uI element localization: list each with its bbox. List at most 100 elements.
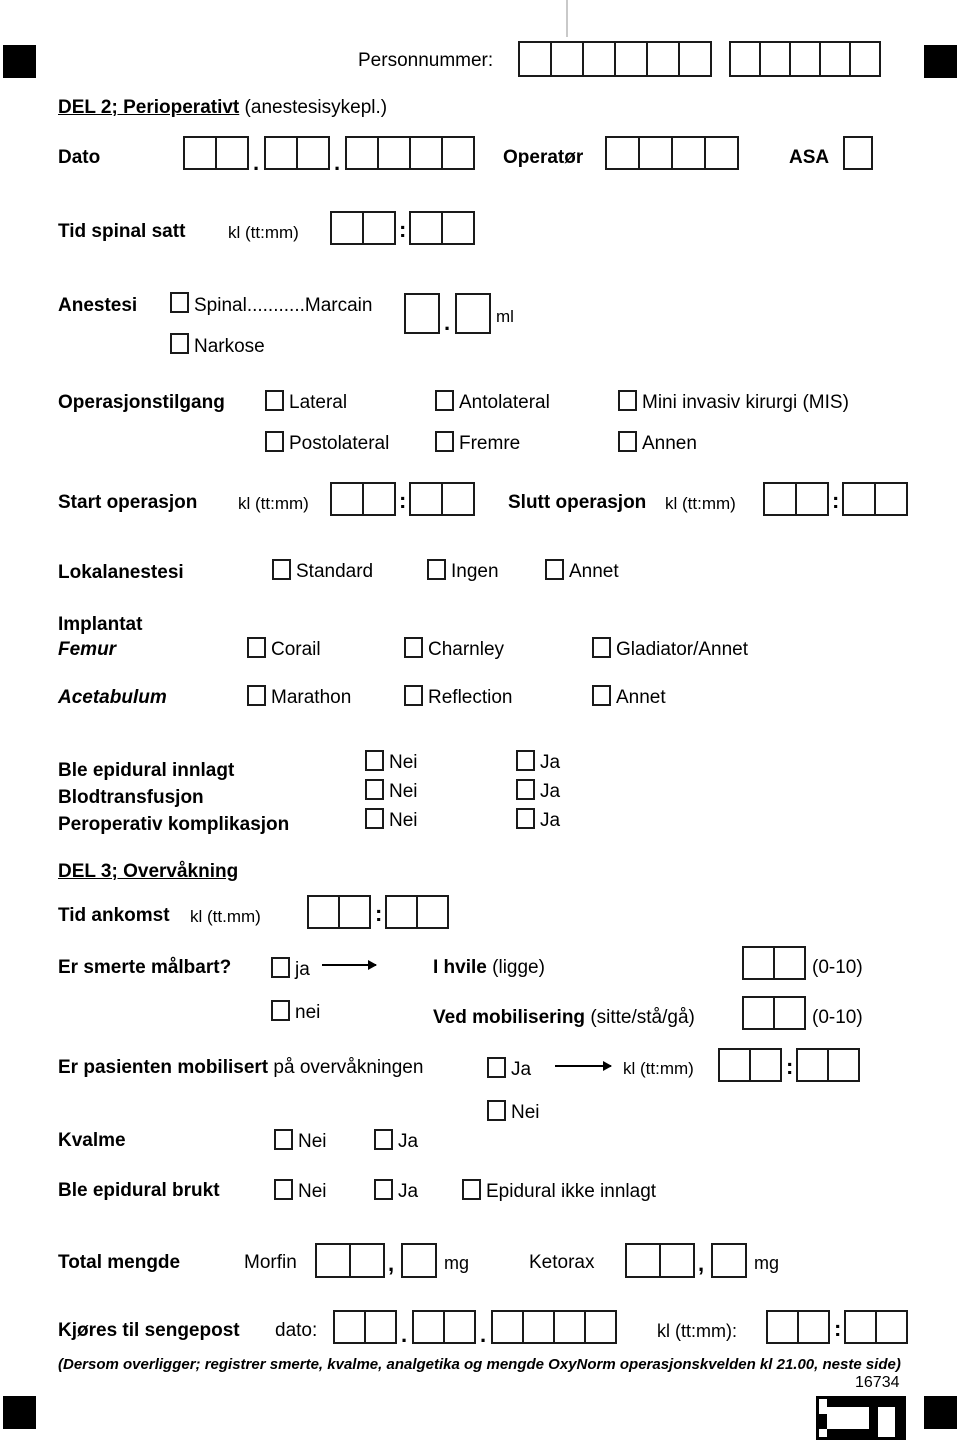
dato-year-cell[interactable]: [441, 136, 475, 170]
checkbox-epidural-brukt-nei[interactable]: [274, 1179, 293, 1200]
sengepost-year-cell[interactable]: [553, 1310, 586, 1344]
checkbox-femur-charnley[interactable]: [404, 637, 423, 658]
tid-ankomst-hour-boxes[interactable]: [307, 895, 371, 929]
mobilisert-hour-cell[interactable]: [718, 1048, 751, 1082]
sengepost-year-boxes[interactable]: [491, 1310, 617, 1344]
checkbox-acetabulum-reflection[interactable]: [404, 685, 423, 706]
sengepost-year-cell[interactable]: [491, 1310, 524, 1344]
checkbox-tilgang-lateral[interactable]: [265, 390, 284, 411]
personnummer-cell[interactable]: [646, 41, 680, 77]
checkbox-ble-epidural-innlagt-ja[interactable]: [516, 750, 535, 771]
mobilisert-min-cell[interactable]: [827, 1048, 860, 1082]
sengepost-min-cell[interactable]: [875, 1310, 908, 1344]
sengepost-hour-cell[interactable]: [797, 1310, 830, 1344]
checkbox-blodtransfusjon-nei[interactable]: [365, 779, 384, 800]
checkbox-lokalanestesi-ingen[interactable]: [427, 559, 446, 580]
personnummer-cell[interactable]: [849, 41, 881, 77]
checkbox-mobilisert-nei[interactable]: [487, 1100, 506, 1121]
slutt-op-min-boxes[interactable]: [842, 482, 908, 516]
sengepost-hour-boxes[interactable]: [766, 1310, 830, 1344]
checkbox-kvalme-ja[interactable]: [374, 1129, 393, 1150]
morfin-dec-boxes[interactable]: [401, 1243, 437, 1278]
dato-month-cell[interactable]: [296, 136, 330, 170]
checkbox-acetabulum-annet[interactable]: [592, 685, 611, 706]
dato-year-cell[interactable]: [345, 136, 379, 170]
mobilisering-score-cell[interactable]: [742, 996, 775, 1030]
checkbox-peroperativ-komplikasjon-nei[interactable]: [365, 808, 384, 829]
sengepost-month-cell[interactable]: [443, 1310, 476, 1344]
operator-boxes[interactable]: [605, 136, 739, 170]
marcain-dec-box[interactable]: [455, 293, 491, 334]
checkbox-acetabulum-marathon[interactable]: [247, 685, 266, 706]
morfin-int-cell[interactable]: [315, 1243, 351, 1278]
personnummer-cell[interactable]: [614, 41, 648, 77]
slutt-op-min-cell[interactable]: [874, 482, 908, 516]
checkbox-lokalanestesi-standard[interactable]: [272, 559, 291, 580]
tid-ankomst-min-boxes[interactable]: [385, 895, 449, 929]
personnummer-cell[interactable]: [582, 41, 616, 77]
checkbox-epidural-brukt-ja[interactable]: [374, 1179, 393, 1200]
morfin-int-boxes[interactable]: [315, 1243, 385, 1278]
checkbox-tilgang-fremre[interactable]: [435, 431, 454, 452]
personnummer-part2-boxes[interactable]: [729, 41, 881, 77]
sengepost-month-cell[interactable]: [412, 1310, 445, 1344]
start-op-min-boxes[interactable]: [409, 482, 475, 516]
marcain-dec-cell[interactable]: [455, 293, 491, 334]
start-op-min-cell[interactable]: [409, 482, 443, 516]
checkbox-mobilisert-ja[interactable]: [487, 1057, 506, 1078]
marcain-int-box[interactable]: [404, 293, 440, 334]
hvile-score-boxes[interactable]: [742, 946, 806, 980]
sengepost-month-boxes[interactable]: [412, 1310, 476, 1344]
checkbox-epidural-ikke-innlagt[interactable]: [462, 1179, 481, 1200]
personnummer-cell[interactable]: [518, 41, 552, 77]
sengepost-min-cell[interactable]: [844, 1310, 877, 1344]
slutt-op-hour-cell[interactable]: [795, 482, 829, 516]
ketorax-int-boxes[interactable]: [625, 1243, 695, 1278]
dato-year-cell[interactable]: [409, 136, 443, 170]
checkbox-femur-gladiator[interactable]: [592, 637, 611, 658]
operator-cell[interactable]: [605, 136, 640, 170]
sengepost-year-cell[interactable]: [522, 1310, 555, 1344]
personnummer-part1-boxes[interactable]: [518, 41, 712, 77]
slutt-op-min-cell[interactable]: [842, 482, 876, 516]
mobilisert-min-cell[interactable]: [796, 1048, 829, 1082]
personnummer-cell[interactable]: [759, 41, 791, 77]
asa-boxes[interactable]: [843, 136, 873, 170]
tid-spinal-hour-cell[interactable]: [362, 211, 396, 245]
personnummer-cell[interactable]: [819, 41, 851, 77]
tid-spinal-hour-boxes[interactable]: [330, 211, 396, 245]
tid-spinal-min-cell[interactable]: [409, 211, 443, 245]
checkbox-smerte-ja[interactable]: [271, 957, 290, 978]
start-op-hour-boxes[interactable]: [330, 482, 396, 516]
hvile-score-cell[interactable]: [742, 946, 775, 980]
mobilisert-hour-boxes[interactable]: [718, 1048, 782, 1082]
mobilisert-min-boxes[interactable]: [796, 1048, 860, 1082]
tid-spinal-min-boxes[interactable]: [409, 211, 475, 245]
sengepost-day-boxes[interactable]: [333, 1310, 397, 1344]
operator-cell[interactable]: [638, 136, 673, 170]
personnummer-cell[interactable]: [550, 41, 584, 77]
dato-year-cell[interactable]: [377, 136, 411, 170]
morfin-dec-cell[interactable]: [401, 1243, 437, 1278]
hvile-score-cell[interactable]: [773, 946, 806, 980]
slutt-op-hour-cell[interactable]: [763, 482, 797, 516]
checkbox-anestesi-narkose[interactable]: [170, 333, 189, 354]
checkbox-kvalme-nei[interactable]: [274, 1129, 293, 1150]
mobilisert-hour-cell[interactable]: [749, 1048, 782, 1082]
checkbox-lokalanestesi-annet[interactable]: [545, 559, 564, 580]
mobilisering-score-cell[interactable]: [773, 996, 806, 1030]
dato-day-cell[interactable]: [215, 136, 249, 170]
sengepost-day-cell[interactable]: [333, 1310, 366, 1344]
dato-month-cell[interactable]: [264, 136, 298, 170]
dato-month-boxes[interactable]: [264, 136, 330, 170]
checkbox-tilgang-annen[interactable]: [618, 431, 637, 452]
tid-ankomst-min-cell[interactable]: [416, 895, 449, 929]
start-op-hour-cell[interactable]: [362, 482, 396, 516]
checkbox-smerte-nei[interactable]: [271, 1000, 290, 1021]
checkbox-femur-corail[interactable]: [247, 637, 266, 658]
personnummer-cell[interactable]: [678, 41, 712, 77]
ketorax-int-cell[interactable]: [625, 1243, 661, 1278]
sengepost-day-cell[interactable]: [364, 1310, 397, 1344]
operator-cell[interactable]: [671, 136, 706, 170]
asa-cell[interactable]: [843, 136, 873, 170]
